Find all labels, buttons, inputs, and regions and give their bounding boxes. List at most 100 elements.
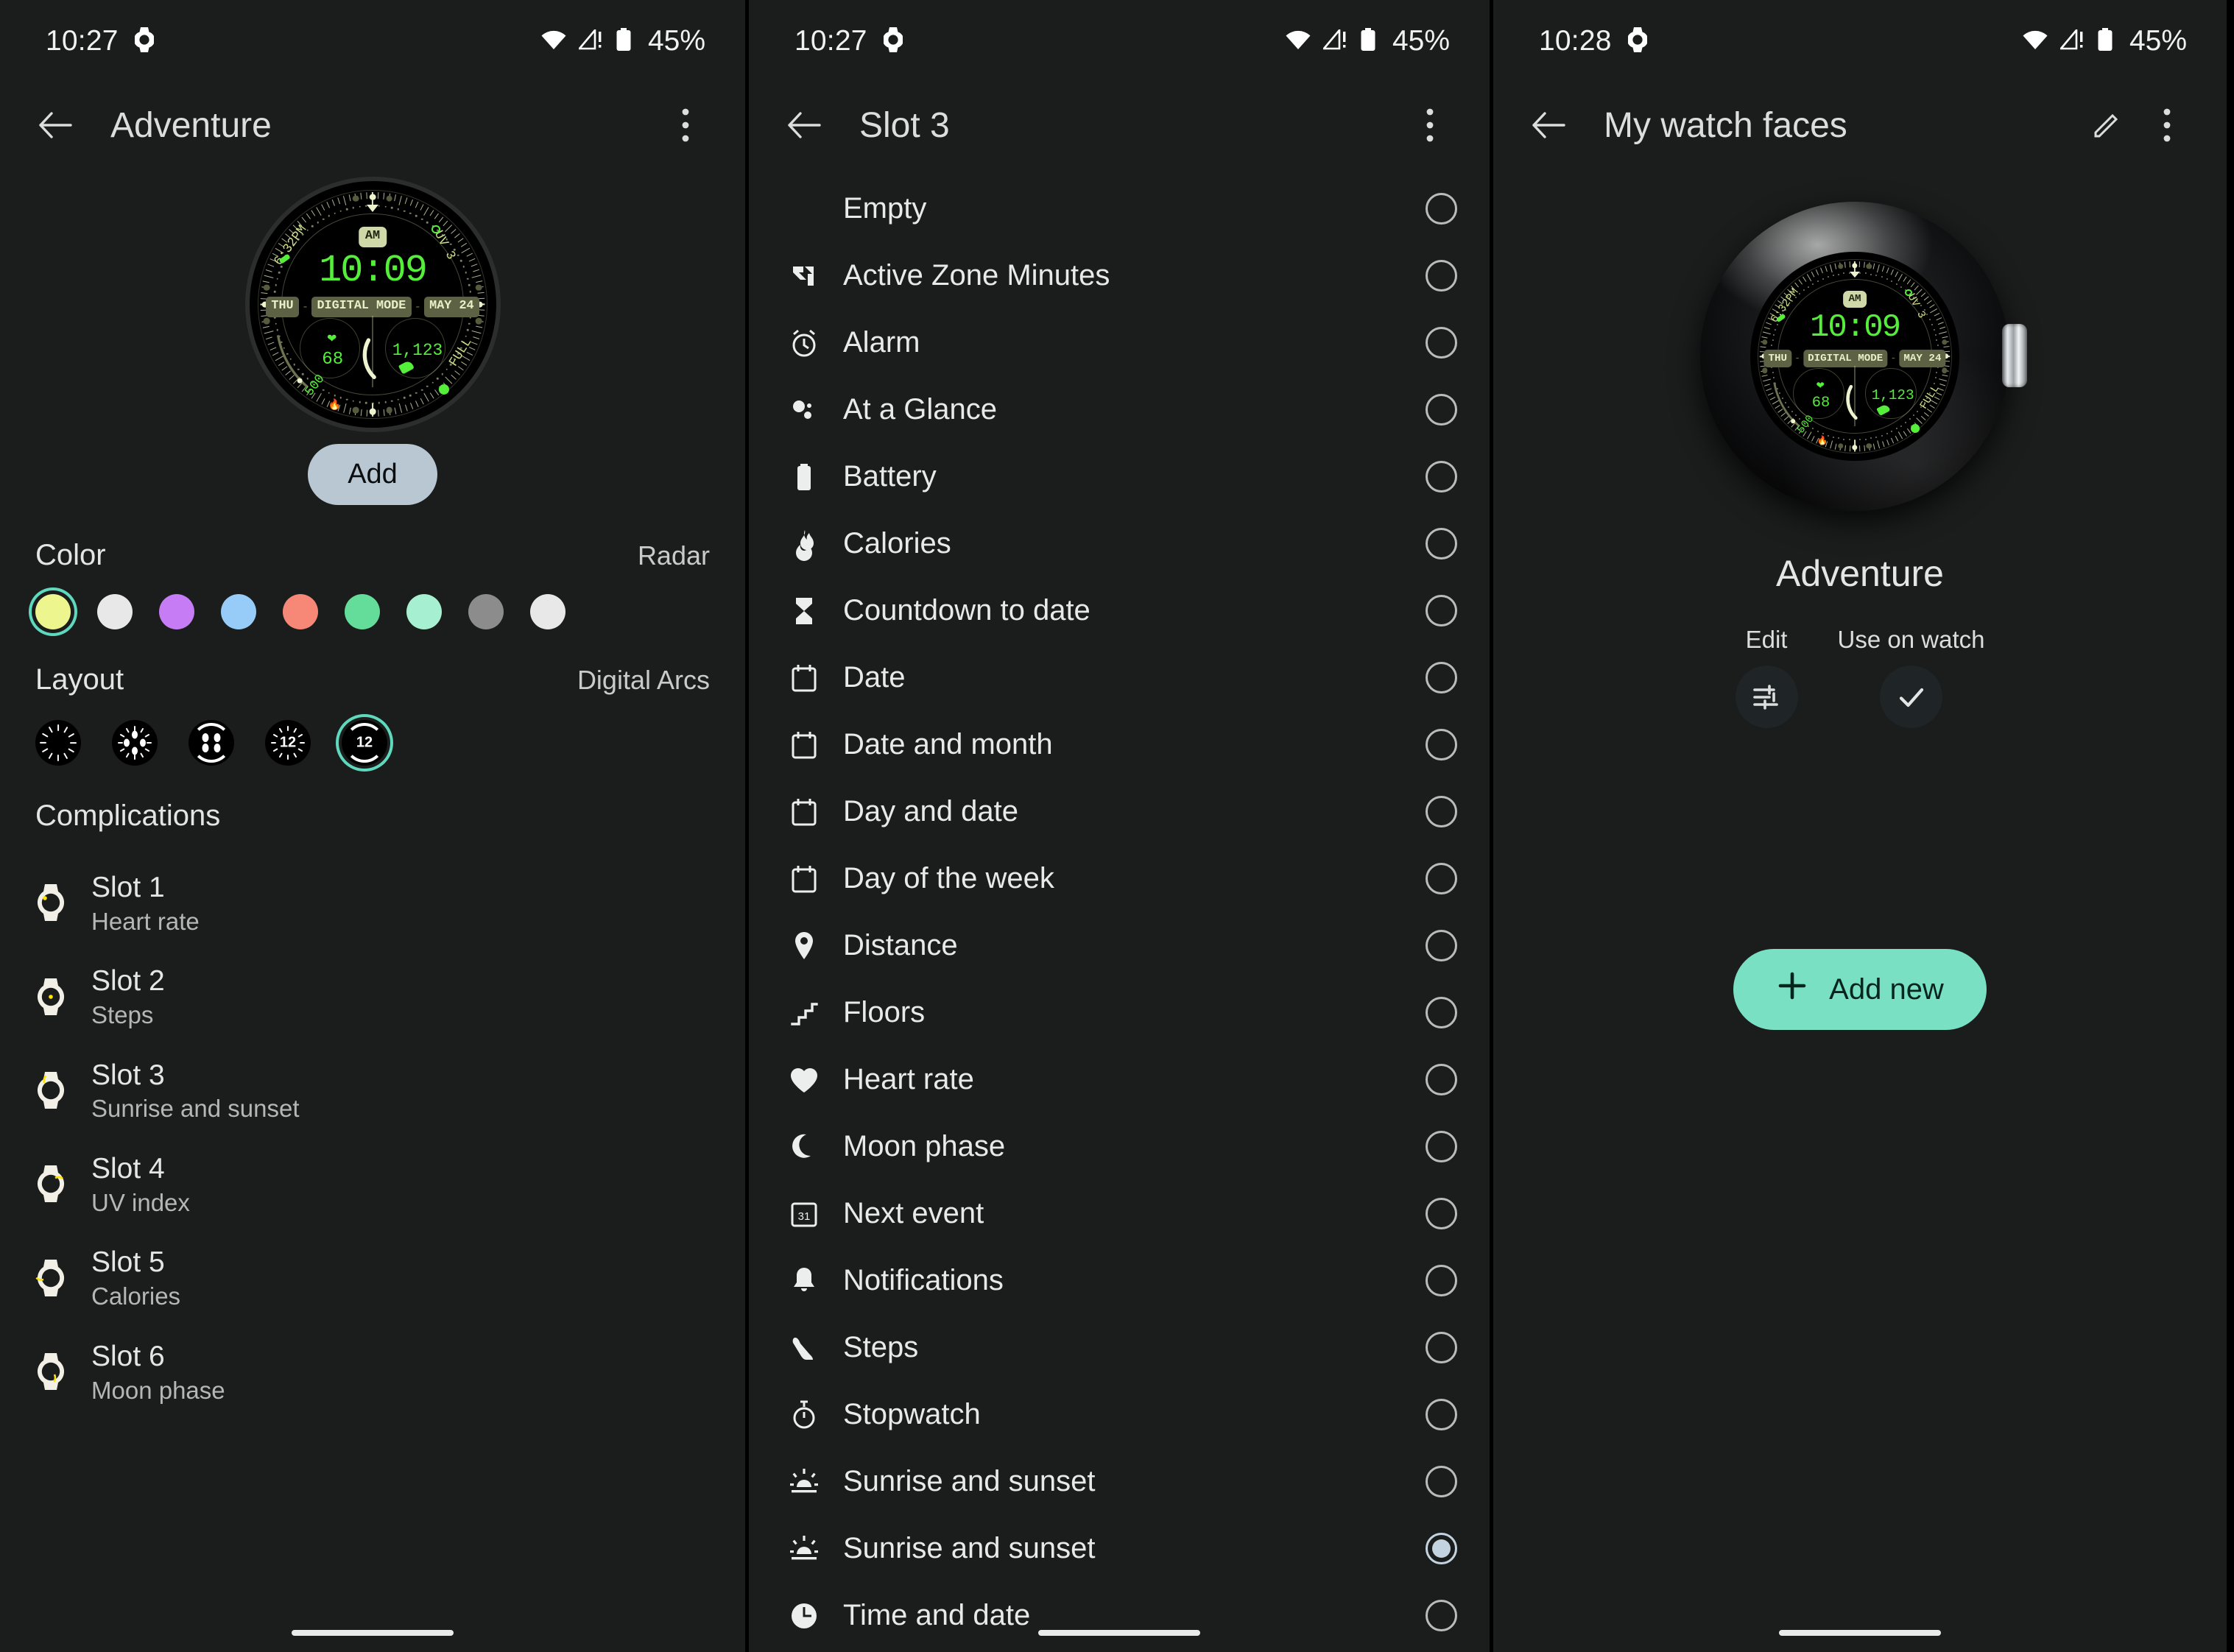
layout-option-arcs-numeral-12[interactable]: 12 [342, 720, 387, 766]
moon-icon [777, 1130, 831, 1164]
complication-option-row[interactable]: Sunrise and sunset [749, 1515, 1490, 1582]
back-arrow-icon[interactable] [774, 95, 834, 155]
layout-option-ticks-only[interactable] [35, 720, 81, 766]
complication-option-row[interactable]: Alarm [749, 309, 1490, 376]
more-vertical-icon[interactable] [1400, 95, 1460, 155]
complication-option-radio[interactable] [1426, 528, 1457, 560]
more-vertical-icon[interactable] [655, 95, 716, 155]
watch-3d-render[interactable]: AM 10:09 THU - DIGITAL MODE - MAY 24 ❤ 68 1,123 50… [1687, 194, 2033, 518]
color-swatch[interactable] [468, 594, 504, 629]
check-icon[interactable] [1880, 666, 1942, 728]
complication-option-row[interactable]: Day and date [749, 778, 1490, 845]
complication-option-radio[interactable] [1426, 1399, 1457, 1430]
complication-option-radio[interactable] [1426, 863, 1457, 894]
complication-option-row[interactable]: Active Zone Minutes [749, 242, 1490, 309]
color-swatch[interactable] [35, 594, 71, 629]
complication-option-row[interactable]: Notifications [749, 1247, 1490, 1314]
add-new-button[interactable]: Add new [1733, 949, 1987, 1030]
complication-option-row[interactable]: Time and date [749, 1582, 1490, 1649]
shoe-icon [777, 1331, 831, 1365]
complication-option-radio[interactable] [1426, 1064, 1457, 1095]
complication-option-row[interactable]: Date and month [749, 711, 1490, 778]
complication-option-radio[interactable] [1426, 260, 1457, 292]
complication-option-radio[interactable] [1426, 1332, 1457, 1363]
pencil-icon[interactable] [2076, 95, 2137, 155]
edit-action[interactable]: Edit [1735, 626, 1798, 728]
complication-option-row[interactable]: Stopwatch [749, 1381, 1490, 1448]
complication-slot-name: Slot 5 [91, 1246, 165, 1279]
complication-option-row[interactable]: Sunrise and sunset [749, 1448, 1490, 1515]
back-arrow-icon[interactable] [25, 95, 85, 155]
complication-option-radio[interactable] [1426, 729, 1457, 760]
complication-option-row[interactable]: Day of the week [749, 845, 1490, 912]
complication-option-radio[interactable] [1426, 193, 1457, 225]
complication-option-row[interactable]: Distance [749, 912, 1490, 979]
complication-slot-row[interactable]: Slot 4 UV index [0, 1139, 745, 1232]
color-swatch[interactable] [530, 594, 565, 629]
layout-option-thick-arcs[interactable] [188, 720, 234, 766]
complication-option-label: Steps [843, 1331, 919, 1363]
watch-slot-icon [35, 978, 66, 1020]
complication-option-row[interactable]: Countdown to date [749, 577, 1490, 644]
layout-option-row[interactable]: 12 12 [0, 720, 745, 766]
wifi-icon [1285, 29, 1311, 54]
complication-option-row[interactable]: Moon phase [749, 1113, 1490, 1180]
add-button[interactable]: Add [308, 444, 437, 505]
sunrise-icon [777, 1465, 831, 1499]
complication-option-radio[interactable] [1426, 1131, 1457, 1162]
complication-option-radio[interactable] [1426, 1466, 1457, 1497]
complication-slot-row[interactable]: Slot 2 Steps [0, 951, 745, 1045]
nav-bar-handle-mid[interactable] [1038, 1630, 1200, 1636]
complication-option-row[interactable]: Floors [749, 979, 1490, 1046]
complication-option-radio[interactable] [1426, 930, 1457, 961]
nav-bar-handle-left[interactable] [292, 1630, 454, 1636]
color-swatch-row[interactable] [0, 594, 745, 629]
color-swatch[interactable] [221, 594, 256, 629]
complication-option-radio[interactable] [1426, 1265, 1457, 1296]
tune-sliders-icon[interactable] [1735, 666, 1798, 728]
complication-option-radio[interactable] [1426, 394, 1457, 426]
complication-option-row[interactable]: Date [749, 644, 1490, 711]
complication-option-row[interactable]: 31 Next event [749, 1180, 1490, 1247]
layout-option-ticks-dots[interactable] [112, 720, 158, 766]
complication-option-row[interactable]: At a Glance [749, 376, 1490, 443]
complication-option-radio[interactable] [1426, 327, 1457, 359]
complication-slot-row[interactable]: Slot 3 Sunrise and sunset [0, 1045, 745, 1139]
complication-option-row[interactable]: Empty [749, 175, 1490, 242]
complication-option-radio[interactable] [1426, 1198, 1457, 1229]
complication-slot-name: Slot 4 [91, 1153, 165, 1185]
back-arrow-icon[interactable] [1518, 95, 1579, 155]
watch-calories-marker [1791, 419, 1796, 423]
nav-bar-handle-right[interactable] [1779, 1630, 1941, 1636]
cell-signal-warning-icon [1322, 27, 1348, 54]
complication-option-row[interactable]: Heart rate [749, 1046, 1490, 1113]
complication-option-label: Next event [843, 1197, 984, 1229]
complication-option-row[interactable]: Steps [749, 1314, 1490, 1381]
complication-option-radio[interactable] [1426, 1533, 1457, 1564]
complication-slot-text: Slot 2 Steps [91, 964, 165, 1031]
layout-option-ticks-numeral-12[interactable]: 12 [265, 720, 311, 766]
complication-option-radio[interactable] [1426, 595, 1457, 626]
use-on-watch-action[interactable]: Use on watch [1838, 626, 1984, 728]
complication-option-radio[interactable] [1426, 1600, 1457, 1631]
color-swatch[interactable] [406, 594, 442, 629]
complication-slot-row[interactable]: Slot 1 Heart rate [0, 858, 745, 951]
complication-option-radio[interactable] [1426, 796, 1457, 827]
complication-option-row[interactable]: Battery [749, 443, 1490, 510]
complication-option-radio[interactable] [1426, 662, 1457, 693]
color-swatch[interactable] [283, 594, 318, 629]
complication-option-label: Date [843, 661, 906, 693]
color-swatch[interactable] [159, 594, 194, 629]
complication-slot-row[interactable]: Slot 5 Calories [0, 1232, 745, 1326]
complication-option-radio[interactable] [1426, 997, 1457, 1028]
complication-option-label: Day of the week [843, 862, 1054, 894]
complication-slot-row[interactable]: Slot 6 Moon phase [0, 1327, 745, 1420]
complication-slot-text: Slot 3 Sunrise and sunset [91, 1059, 300, 1126]
color-swatch[interactable] [345, 594, 380, 629]
complication-option-radio[interactable] [1426, 461, 1457, 493]
color-swatch[interactable] [97, 594, 133, 629]
watch-face-preview[interactable]: AM 10:09 THU - DIGITAL MODE - MAY 24 ❤ 68 1,123 50… [249, 181, 496, 428]
more-vertical-icon[interactable] [2137, 95, 2197, 155]
complication-slot-value: Heart rate [91, 907, 200, 935]
complication-option-row[interactable]: Calories [749, 510, 1490, 577]
